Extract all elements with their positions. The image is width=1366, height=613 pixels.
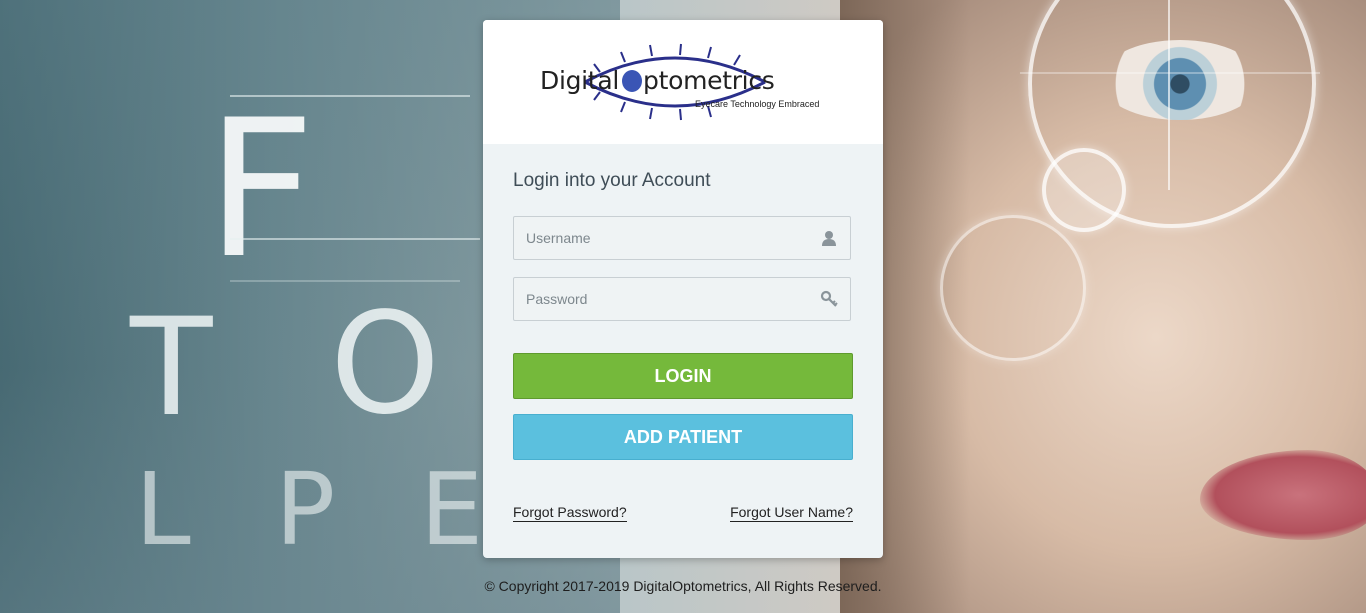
forgot-password-link[interactable]: Forgot Password?: [513, 504, 627, 522]
add-patient-button[interactable]: ADD PATIENT: [513, 414, 853, 460]
brand-logo: Digital ptometrics Eyecare Technology Em…: [540, 42, 830, 122]
password-field: [513, 277, 851, 321]
brand-tagline: Eyecare Technology Embraced: [695, 99, 820, 109]
crosshair-line: [1020, 72, 1320, 74]
username-input[interactable]: [514, 217, 818, 259]
chart-letter-e: E: [420, 451, 484, 568]
forgot-username-link[interactable]: Forgot User Name?: [730, 504, 853, 522]
password-input[interactable]: [514, 278, 818, 320]
login-card: Digital ptometrics Eyecare Technology Em…: [483, 20, 883, 558]
scan-line: [230, 280, 460, 282]
logo-iris-icon: [622, 70, 642, 92]
copyright-text: © Copyright 2017-2019 DigitalOptometrics…: [484, 578, 882, 594]
card-header: Digital ptometrics Eyecare Technology Em…: [483, 20, 883, 144]
login-button[interactable]: LOGIN: [513, 353, 853, 399]
crosshair-line: [1168, 0, 1170, 190]
scan-line: [230, 238, 480, 240]
chart-letter-o: O: [330, 283, 441, 446]
chart-letter-l: L: [135, 451, 191, 568]
key-icon: [820, 290, 838, 307]
login-title: Login into your Account: [513, 170, 711, 191]
chart-letter-f: F: [206, 79, 316, 300]
chart-letter-p: P: [275, 451, 336, 568]
user-icon: [822, 231, 836, 246]
brand-name-right: ptometrics: [643, 66, 775, 95]
scan-line: [230, 95, 470, 97]
focus-ring: [1042, 148, 1126, 232]
chart-letter-t: T: [130, 289, 213, 446]
focus-ring: [940, 215, 1086, 361]
brand-name-left: Digital: [540, 66, 619, 95]
username-field: [513, 216, 851, 260]
